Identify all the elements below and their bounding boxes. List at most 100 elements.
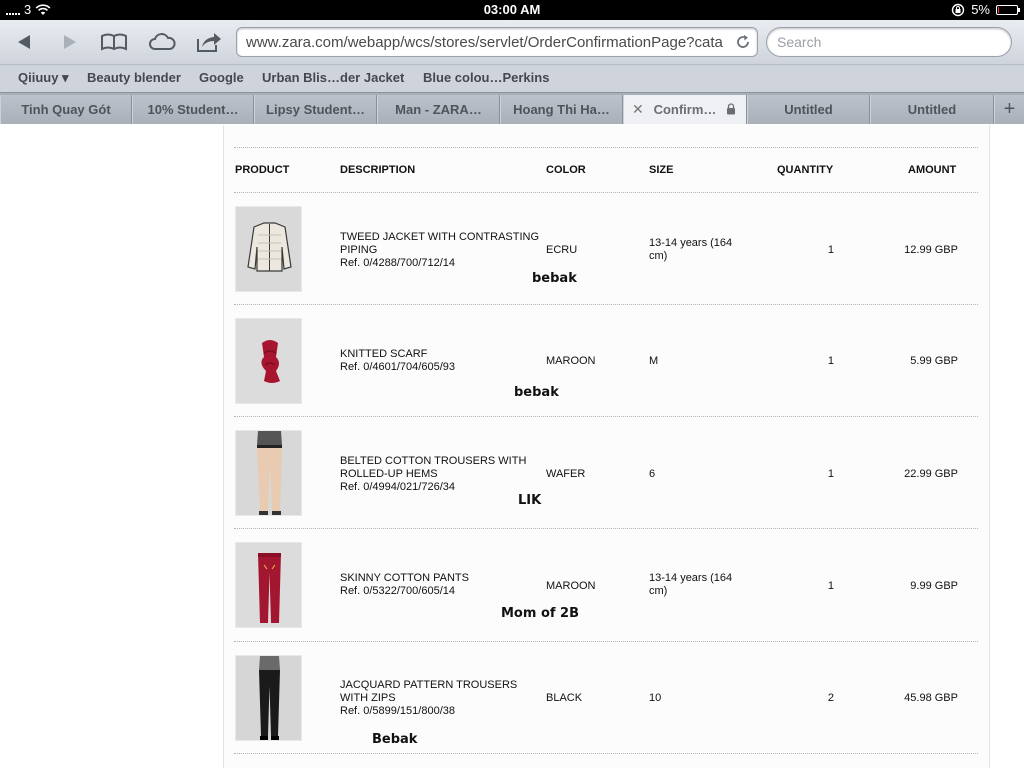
product-amount: 12.99 GBP bbox=[904, 244, 958, 256]
tab-student-discount[interactable]: 10% Student… bbox=[132, 95, 254, 124]
bookmarks-button[interactable] bbox=[98, 28, 130, 56]
black-trousers-image bbox=[236, 656, 301, 740]
product-description: BELTED COTTON TROUSERS WITH ROLLED-UP HE… bbox=[340, 455, 540, 494]
product-name: TWEED JACKET WITH CONTRASTING PIPING bbox=[340, 231, 540, 256]
order-confirmation-panel: PRODUCT DESCRIPTION COLOR SIZE QUANTITY … bbox=[223, 125, 990, 768]
bookmark-beauty-blender[interactable]: Beauty blender bbox=[87, 70, 181, 85]
col-header-amount: AMOUNT bbox=[908, 164, 957, 176]
lock-icon bbox=[727, 103, 735, 115]
share-icon bbox=[197, 33, 221, 52]
tab-hoang-thi-ha[interactable]: Hoang Thi Ha… bbox=[500, 95, 623, 124]
tab-label: Tinh Quay Gót bbox=[21, 102, 111, 117]
product-amount: 5.99 GBP bbox=[910, 355, 958, 367]
product-description: JACQUARD PATTERN TROUSERS WITH ZIPS Ref.… bbox=[340, 679, 540, 718]
product-color: MAROON bbox=[546, 355, 596, 367]
close-tab-icon[interactable]: ✕ bbox=[632, 101, 644, 118]
jacket-image bbox=[236, 207, 301, 291]
product-thumbnail[interactable] bbox=[235, 318, 302, 404]
tab-label: Confirm… bbox=[653, 102, 717, 117]
tab-label: Man - ZARA… bbox=[395, 102, 482, 117]
product-size: 10 bbox=[649, 692, 662, 704]
forward-button[interactable] bbox=[56, 28, 84, 56]
product-thumbnail[interactable] bbox=[235, 542, 302, 628]
product-quantity: 1 bbox=[827, 468, 834, 480]
back-button[interactable] bbox=[10, 28, 38, 56]
product-ref: Ref. 0/5322/700/605/14 bbox=[340, 585, 455, 597]
battery-icon bbox=[996, 4, 1020, 15]
battery-percent: 5% bbox=[971, 2, 990, 17]
product-color: MAROON bbox=[546, 580, 596, 592]
bookmark-blue-colour[interactable]: Blue colou…Perkins bbox=[423, 70, 549, 85]
table-row: BELTED COTTON TROUSERS WITH ROLLED-UP HE… bbox=[234, 417, 978, 529]
book-icon bbox=[101, 33, 127, 51]
product-quantity: 1 bbox=[827, 244, 834, 256]
tab-label: Untitled bbox=[784, 102, 833, 117]
web-page: PRODUCT DESCRIPTION COLOR SIZE QUANTITY … bbox=[0, 125, 1024, 768]
trousers-image bbox=[236, 431, 301, 515]
divider bbox=[234, 753, 978, 754]
table-row: JACQUARD PATTERN TROUSERS WITH ZIPS Ref.… bbox=[234, 642, 978, 754]
tab-tinh-quay-got[interactable]: Tinh Quay Gót bbox=[0, 95, 132, 124]
product-amount: 22.99 GBP bbox=[904, 468, 958, 480]
scarf-image bbox=[236, 319, 301, 403]
product-size: 13-14 years (164 cm) bbox=[649, 572, 733, 597]
reload-icon[interactable] bbox=[735, 34, 751, 50]
tab-man-zara[interactable]: Man - ZARA… bbox=[377, 95, 500, 124]
handwritten-note: LIK bbox=[518, 493, 542, 508]
battery-fill bbox=[998, 6, 999, 13]
tab-label: Hoang Thi Ha… bbox=[513, 102, 610, 117]
product-color: ECRU bbox=[546, 244, 578, 256]
product-quantity: 1 bbox=[827, 580, 834, 592]
tab-label: Untitled bbox=[907, 102, 957, 117]
product-ref: Ref. 0/5899/151/800/38 bbox=[340, 705, 455, 717]
table-row: KNITTED SCARF Ref. 0/4601/704/605/93 MAR… bbox=[234, 305, 978, 417]
product-quantity: 1 bbox=[827, 355, 834, 367]
col-header-size: SIZE bbox=[649, 164, 674, 176]
product-color: WAFER bbox=[546, 468, 586, 480]
address-url: www.zara.com/webapp/wcs/stores/servlet/O… bbox=[246, 34, 723, 51]
product-thumbnail[interactable] bbox=[235, 430, 302, 516]
tab-untitled-2[interactable]: Untitled bbox=[870, 95, 994, 124]
product-quantity: 2 bbox=[827, 692, 834, 704]
product-name: JACQUARD PATTERN TROUSERS WITH ZIPS bbox=[340, 679, 518, 704]
product-thumbnail[interactable] bbox=[235, 206, 302, 292]
product-ref: Ref. 0/4994/021/726/34 bbox=[340, 481, 455, 493]
tab-untitled-1[interactable]: Untitled bbox=[747, 95, 870, 124]
handwritten-note: bebak bbox=[514, 385, 559, 400]
product-thumbnail[interactable] bbox=[235, 655, 302, 741]
search-input[interactable]: Search bbox=[766, 27, 1012, 57]
forward-arrow-icon bbox=[64, 35, 76, 49]
plus-icon: + bbox=[1003, 98, 1016, 120]
bookmark-urban-jacket[interactable]: Urban Blis…der Jacket bbox=[262, 70, 404, 85]
tab-confirmation-active[interactable]: ✕ Confirm… bbox=[623, 95, 747, 124]
bookmarks-bar: Qiiuuy ▾ Beauty blender Google Urban Bli… bbox=[0, 64, 1024, 92]
pants-image bbox=[236, 543, 301, 627]
new-tab-button[interactable]: + bbox=[994, 95, 1024, 124]
back-arrow-icon bbox=[18, 35, 30, 49]
product-name: KNITTED SCARF bbox=[340, 348, 428, 360]
product-description: SKINNY COTTON PANTS Ref. 0/5322/700/605/… bbox=[340, 572, 540, 598]
bookmark-folder-qiiuuy[interactable]: Qiiuuy ▾ bbox=[18, 70, 69, 86]
product-size: M bbox=[649, 355, 659, 367]
handwritten-note: bebak bbox=[532, 271, 577, 286]
col-header-quantity: QUANTITY bbox=[777, 164, 834, 176]
status-right: 5% bbox=[951, 2, 1020, 17]
tab-label: Lipsy Student… bbox=[266, 102, 365, 117]
status-bar: 3 03:00 AM 5% bbox=[0, 0, 1024, 20]
product-size: 6 bbox=[649, 468, 656, 480]
product-amount: 9.99 GBP bbox=[910, 580, 958, 592]
address-bar[interactable]: www.zara.com/webapp/wcs/stores/servlet/O… bbox=[236, 27, 758, 57]
product-ref: Ref. 0/4601/704/605/93 bbox=[340, 361, 455, 373]
product-size: 13-14 years (164 cm) bbox=[649, 237, 733, 262]
product-amount: 45.98 GBP bbox=[904, 692, 958, 704]
browser-toolbar: www.zara.com/webapp/wcs/stores/servlet/O… bbox=[0, 20, 1024, 64]
col-header-description: DESCRIPTION bbox=[340, 164, 416, 176]
bookmark-google[interactable]: Google bbox=[199, 70, 244, 85]
divider bbox=[234, 147, 978, 148]
share-button[interactable] bbox=[194, 28, 224, 56]
table-row: TWEED JACKET WITH CONTRASTING PIPING Ref… bbox=[234, 193, 978, 305]
tab-lipsy-student[interactable]: Lipsy Student… bbox=[254, 95, 377, 124]
icloud-tabs-button[interactable] bbox=[145, 28, 179, 56]
product-ref: Ref. 0/4288/700/712/14 bbox=[340, 257, 455, 269]
clock: 03:00 AM bbox=[483, 2, 541, 17]
